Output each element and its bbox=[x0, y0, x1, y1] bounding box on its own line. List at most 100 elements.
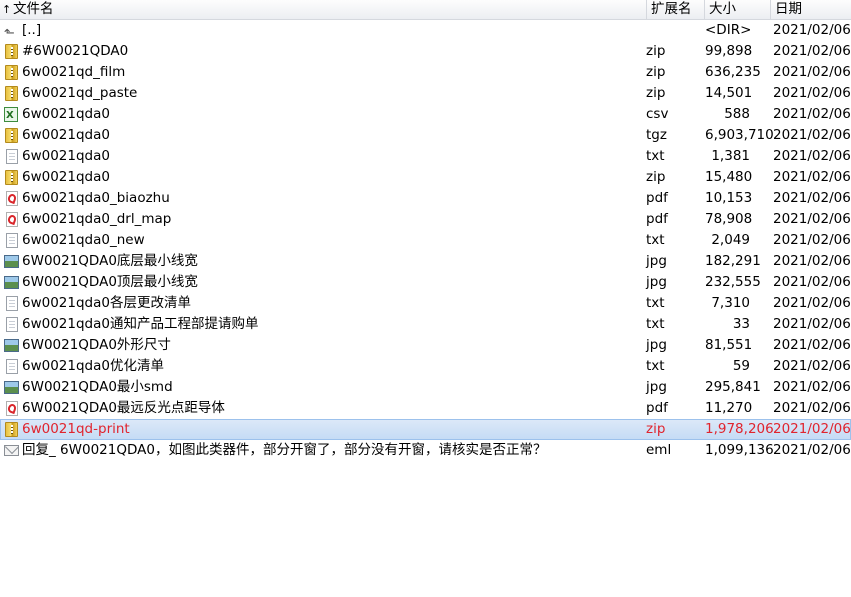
file-row-selected[interactable]: 6w0021qd-print zip 1,978,206 2021/02/06 bbox=[0, 419, 851, 440]
file-icon-cell bbox=[4, 254, 20, 269]
file-extension: zip bbox=[646, 43, 666, 59]
file-extension: pdf bbox=[646, 400, 668, 416]
file-name: 6W0021QDA0最远反光点距导体 bbox=[22, 400, 225, 416]
file-size: 295,841 bbox=[705, 379, 761, 395]
file-date: 2021/02/06 bbox=[773, 190, 851, 206]
file-size: 6,903,710 bbox=[705, 127, 774, 143]
file-icon-cell bbox=[4, 380, 20, 395]
file-date: 2021/02/06 bbox=[773, 442, 851, 458]
file-row[interactable]: 6w0021qda0_new txt 2,049 2021/02/06 bbox=[0, 230, 851, 251]
file-icon-cell bbox=[4, 191, 20, 206]
file-row[interactable]: 6w0021qda0_drl_map pdf 78,908 2021/02/06 bbox=[0, 209, 851, 230]
file-row[interactable]: 6w0021qd_film zip 636,235 2021/02/06 bbox=[0, 62, 851, 83]
file-row[interactable]: 6w0021qda0_biaozhu pdf 10,153 2021/02/06 bbox=[0, 188, 851, 209]
file-name: 6w0021qda0通知产品工程部提请购单 bbox=[22, 316, 259, 332]
file-date: 2021/02/06 bbox=[773, 253, 851, 269]
file-name: 6W0021QDA0底层最小线宽 bbox=[22, 253, 198, 269]
file-date: 2021/02/06 bbox=[773, 379, 851, 395]
file-date: 2021/02/06 bbox=[773, 421, 851, 437]
file-size: 2,049 bbox=[711, 232, 750, 248]
file-extension: txt bbox=[646, 316, 665, 332]
file-row[interactable]: 6W0021QDA0最远反光点距导体 pdf 11,270 2021/02/06 bbox=[0, 398, 851, 419]
file-name: 6w0021qda0 bbox=[22, 106, 110, 122]
file-icon-cell bbox=[4, 105, 20, 126]
column-header-date[interactable]: 日期 bbox=[771, 0, 851, 19]
image-icon bbox=[4, 276, 19, 289]
file-icon-cell bbox=[4, 359, 20, 374]
file-icon-cell bbox=[4, 275, 20, 290]
file-extension: pdf bbox=[646, 190, 668, 206]
file-name: 6w0021qd_paste bbox=[22, 85, 138, 101]
column-header-name-label: 文件名 bbox=[13, 1, 54, 17]
column-header-name[interactable]: ↑ 文件名 bbox=[0, 0, 647, 19]
file-name: 6w0021qda0 bbox=[22, 169, 110, 185]
file-extension: txt bbox=[646, 295, 665, 311]
file-row[interactable]: 6W0021QDA0外形尺寸 jpg 81,551 2021/02/06 bbox=[0, 335, 851, 356]
file-size: 232,555 bbox=[705, 274, 761, 290]
file-icon-cell bbox=[4, 23, 20, 38]
archive-icon bbox=[5, 86, 18, 101]
file-row[interactable]: 6w0021qda0各层更改清单 txt 7,310 2021/02/06 bbox=[0, 293, 851, 314]
parent-dir-row[interactable]: [..] <DIR> 2021/02/06 bbox=[0, 20, 851, 41]
file-icon-cell bbox=[4, 86, 20, 101]
file-date: 2021/02/06 bbox=[773, 169, 851, 185]
file-extension: txt bbox=[646, 358, 665, 374]
file-size: 7,310 bbox=[711, 295, 750, 311]
file-row[interactable]: 6w0021qda0 csv 588 2021/02/06 bbox=[0, 104, 851, 126]
column-header-extension[interactable]: 扩展名 bbox=[647, 0, 705, 19]
file-size: 182,291 bbox=[705, 253, 761, 269]
file-row[interactable]: 6w0021qda0 txt 1,381 2021/02/06 bbox=[0, 146, 851, 167]
file-extension: jpg bbox=[646, 379, 667, 395]
file-list[interactable]: [..] <DIR> 2021/02/06 #6W0021QDA0 zip 99,898 2… bbox=[0, 20, 851, 597]
file-icon-cell bbox=[4, 338, 20, 353]
sort-ascending-icon: ↑ bbox=[2, 3, 12, 16]
file-row[interactable]: 6W0021QDA0顶层最小线宽 jpg 232,555 2021/02/06 bbox=[0, 272, 851, 293]
file-extension: jpg bbox=[646, 337, 667, 353]
file-row[interactable]: #6W0021QDA0 zip 99,898 2021/02/06 bbox=[0, 41, 851, 62]
file-extension: pdf bbox=[646, 211, 668, 227]
file-row[interactable]: 6w0021qda0通知产品工程部提请购单 txt 33 2021/02/06 bbox=[0, 314, 851, 335]
file-size: 11,270 bbox=[705, 400, 753, 416]
text-file-icon bbox=[6, 359, 18, 374]
pdf-icon bbox=[6, 191, 18, 206]
file-name: 6w0021qda0 bbox=[22, 127, 110, 143]
file-size: 59 bbox=[732, 358, 750, 374]
file-size: 10,153 bbox=[705, 190, 753, 206]
file-extension: txt bbox=[646, 148, 665, 164]
file-row[interactable]: 6W0021QDA0底层最小线宽 jpg 182,291 2021/02/06 bbox=[0, 251, 851, 272]
file-date: 2021/02/06 bbox=[773, 64, 851, 80]
file-name: 6w0021qda0_biaozhu bbox=[22, 190, 170, 206]
archive-icon bbox=[5, 422, 18, 437]
text-file-icon bbox=[6, 233, 18, 248]
file-row[interactable]: 6w0021qda0 zip 15,480 2021/02/06 bbox=[0, 167, 851, 188]
file-date: 2021/02/06 bbox=[773, 295, 851, 311]
column-header-size[interactable]: 大小 bbox=[705, 0, 771, 19]
archive-icon bbox=[5, 170, 18, 185]
text-file-icon bbox=[6, 149, 18, 164]
mail-icon bbox=[4, 445, 19, 456]
file-row[interactable]: 回复_ 6W0021QDA0，如图此类器件，部分开窗了，部分没有开窗，请核实是否… bbox=[0, 440, 851, 461]
file-icon-cell bbox=[4, 128, 20, 143]
file-date: 2021/02/06 bbox=[773, 106, 851, 122]
file-size: 78,908 bbox=[705, 211, 753, 227]
file-size: 588 bbox=[724, 106, 750, 122]
pdf-icon bbox=[6, 401, 18, 416]
file-name: 6W0021QDA0最小smd bbox=[22, 379, 173, 395]
file-row[interactable]: 6w0021qda0 tgz 6,903,710 2021/02/06 bbox=[0, 125, 851, 146]
file-icon-cell bbox=[4, 212, 20, 227]
file-extension: csv bbox=[646, 106, 669, 122]
file-date: 2021/02/06 bbox=[773, 43, 851, 59]
file-extension: tgz bbox=[646, 127, 667, 143]
file-date: 2021/02/06 bbox=[773, 148, 851, 164]
file-row[interactable]: 6w0021qd_paste zip 14,501 2021/02/06 bbox=[0, 83, 851, 104]
file-date: 2021/02/06 bbox=[773, 22, 851, 38]
file-date: 2021/02/06 bbox=[773, 358, 851, 374]
file-size: 15,480 bbox=[705, 169, 753, 185]
file-row[interactable]: 6w0021qda0优化清单 txt 59 2021/02/06 bbox=[0, 356, 851, 377]
up-folder-icon bbox=[4, 23, 19, 38]
file-row[interactable]: 6W0021QDA0最小smd jpg 295,841 2021/02/06 bbox=[0, 377, 851, 398]
file-size: 99,898 bbox=[705, 43, 753, 59]
file-icon-cell bbox=[4, 149, 20, 164]
image-icon bbox=[4, 381, 19, 394]
file-size: <DIR> bbox=[705, 22, 752, 38]
